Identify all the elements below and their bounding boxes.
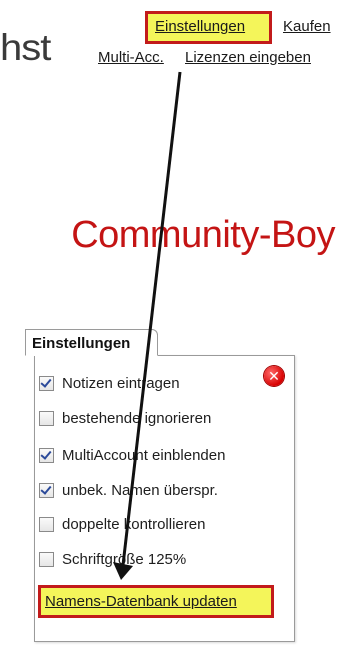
option-skip-unknown-label: unbek. Namen überspr. <box>62 482 218 499</box>
brand-logo-text: Community-Boy <box>71 214 335 256</box>
buy-link[interactable]: Kaufen <box>283 18 331 35</box>
option-ignore-existing[interactable]: bestehende ignorieren <box>39 410 211 427</box>
close-icon[interactable]: ✕ <box>264 366 284 386</box>
option-notes[interactable]: Notizen eintragen <box>39 375 180 392</box>
page-title-fragment: hst <box>0 27 51 69</box>
option-multiaccount[interactable]: MultiAccount einblenden <box>39 447 225 464</box>
page: hst Einstellungen Kaufen Multi-Acc. Lize… <box>0 0 349 646</box>
tab-settings-label: Einstellungen <box>32 335 131 352</box>
checkbox-ignore-existing[interactable] <box>39 411 54 426</box>
option-notes-label: Notizen eintragen <box>62 375 180 392</box>
checkbox-check-duplicates[interactable] <box>39 517 54 532</box>
update-name-database-link[interactable]: Namens-Datenbank updaten <box>45 593 237 610</box>
option-font-size[interactable]: Schriftgröße 125% <box>39 551 186 568</box>
multi-account-link[interactable]: Multi-Acc. <box>98 49 164 66</box>
option-multiaccount-label: MultiAccount einblenden <box>62 447 226 464</box>
tab-settings[interactable]: Einstellungen <box>25 329 158 356</box>
option-ignore-existing-label: bestehende ignorieren <box>62 410 212 427</box>
option-check-duplicates-label: doppelte kontrollieren <box>62 516 206 533</box>
checkbox-font-size[interactable] <box>39 552 54 567</box>
checkbox-multiaccount[interactable] <box>39 448 54 463</box>
licenses-link[interactable]: Lizenzen eingeben <box>185 49 311 66</box>
option-font-size-label: Schriftgröße 125% <box>62 551 187 568</box>
settings-link[interactable]: Einstellungen <box>155 18 245 35</box>
checkbox-skip-unknown[interactable] <box>39 483 54 498</box>
checkbox-notes[interactable] <box>39 376 54 391</box>
option-check-duplicates[interactable]: doppelte kontrollieren <box>39 516 205 533</box>
option-skip-unknown[interactable]: unbek. Namen überspr. <box>39 482 218 499</box>
